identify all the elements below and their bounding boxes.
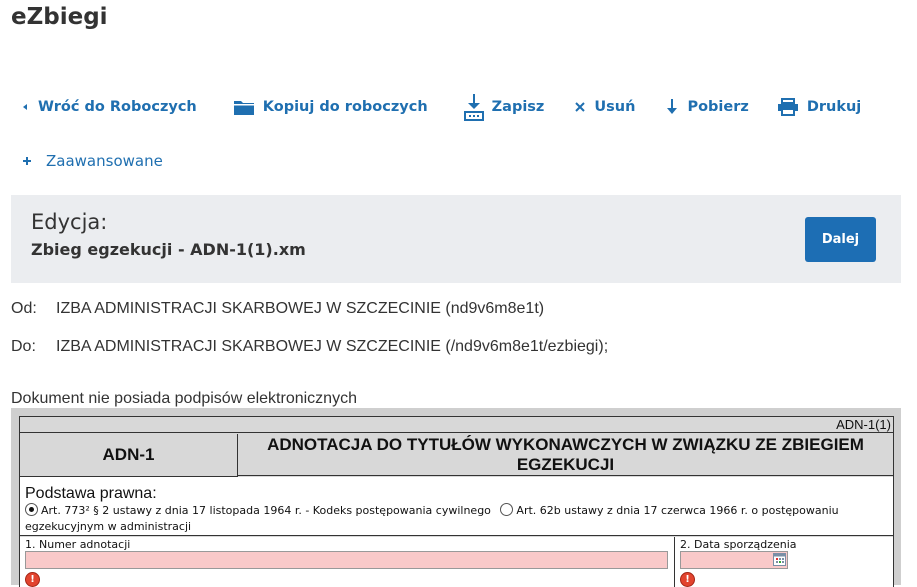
legal-basis-title: Podstawa prawna: [25, 485, 157, 502]
toolbar: Wróć do Roboczych Kopiuj do roboczych Za… [20, 92, 897, 122]
legal-basis-radio-2[interactable] [500, 503, 514, 516]
back-to-drafts-button[interactable]: Wróć do Roboczych [20, 99, 197, 115]
save-label: Zapisz [491, 99, 545, 115]
from-row: Od: IZBA ADMINISTRACJI SKARBOWEJ W SZCZEC… [11, 300, 544, 318]
print-label: Drukuj [806, 99, 862, 115]
fields-row: 1. Numer adnotacji ! 2. Data sporządzeni… [20, 537, 893, 587]
form-code: ADN-1(1) [20, 417, 893, 433]
arrow-down-icon [665, 98, 679, 116]
advanced-label: Zaawansowane [46, 152, 163, 170]
number-label: 1. Numer adnotacji [25, 538, 131, 551]
edit-panel: Edycja: Zbieg egzekucji - ADN-1(1).xm Da… [11, 195, 901, 283]
advanced-toggle[interactable]: Zaawansowane [22, 152, 163, 170]
print-button[interactable]: Drukuj [777, 98, 861, 116]
date-input[interactable] [680, 551, 788, 569]
caret-left-icon [20, 102, 30, 112]
number-input[interactable] [25, 551, 668, 569]
to-value: IZBA ADMINISTRACJI SKARBOWEJ W SZCZECINI… [56, 338, 609, 355]
edit-label: Edycja: [31, 210, 108, 234]
delete-button[interactable]: Usuń [574, 99, 635, 115]
copy-label: Kopiuj do roboczych [262, 99, 428, 115]
date-label: 2. Data sporządzenia [680, 538, 797, 551]
legal-basis-options: Art. 773² § 2 ustawy z dnia 17 listopada… [25, 503, 893, 535]
from-value: IZBA ADMINISTRACJI SKARBOWEJ W SZCZECINI… [56, 300, 545, 317]
edit-filename: Zbieg egzekucji - ADN-1(1).xm [31, 240, 306, 259]
legal-basis-section: Podstawa prawna: Art. 773² § 2 ustawy z … [20, 477, 893, 536]
plus-icon [22, 152, 32, 170]
form-sheet: ADN-1(1) ADN-1 ADNOTACJA DO TYTUŁÓW WYKO… [19, 416, 894, 587]
app-title: eZbiegi [11, 4, 108, 30]
delete-label: Usuń [594, 99, 636, 115]
number-cell: 1. Numer adnotacji ! [20, 537, 675, 587]
legal-basis-radio-1[interactable] [25, 503, 38, 516]
save-button[interactable]: Zapisz [463, 93, 545, 121]
form-area: ADN-1(1) ADN-1 ADNOTACJA DO TYTUŁÓW WYKO… [11, 408, 901, 587]
date-wrapper [680, 551, 788, 569]
form-id: ADN-1 [20, 434, 238, 477]
legal-basis-option-1[interactable]: Art. 773² § 2 ustawy z dnia 17 listopada… [41, 504, 491, 517]
back-label: Wróć do Roboczych [38, 99, 197, 115]
folder-icon [233, 98, 255, 116]
printer-icon [777, 98, 799, 116]
download-button[interactable]: Pobierz [665, 98, 749, 116]
next-button[interactable]: Dalej [805, 217, 876, 262]
to-row: Do: IZBA ADMINISTRACJI SKARBOWEJ W SZCZEC… [11, 338, 608, 356]
form-heading: ADNOTACJA DO TYTUŁÓW WYKONAWCZYCH W ZWIĄ… [238, 434, 893, 476]
calendar-icon[interactable] [773, 553, 786, 566]
copy-to-drafts-button[interactable]: Kopiuj do roboczych [233, 98, 428, 116]
close-icon [574, 101, 586, 113]
download-label: Pobierz [687, 99, 749, 115]
from-label: Od: [11, 300, 37, 317]
to-label: Do: [11, 338, 36, 355]
save-download-icon [463, 93, 484, 121]
signature-note: Dokument nie posiada podpisów elektronic… [11, 390, 357, 407]
date-cell: 2. Data sporządzenia ! [675, 537, 893, 587]
